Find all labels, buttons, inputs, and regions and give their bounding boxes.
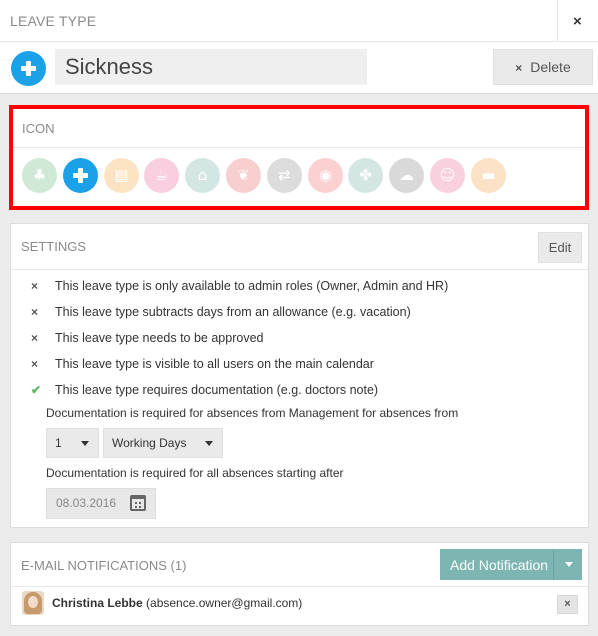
delete-button[interactable]: × Delete [493,49,593,85]
recipient-email: (absence.owner@gmail.com) [146,596,303,610]
remove-notification-button[interactable]: × [557,595,578,614]
cross-icon: × [31,357,39,371]
palm-tree-icon[interactable]: ♣ [22,158,57,193]
days-unit-select[interactable]: Working Days [103,428,223,458]
coffee-icon[interactable]: ☕ [144,158,179,193]
days-count-value: 1 [55,436,62,450]
calendar-icon[interactable] [130,495,146,511]
divider [13,147,585,148]
settings-title: SETTINGS [21,239,87,254]
close-icon[interactable]: × [573,13,582,30]
cross-icon: × [31,331,39,345]
divider [553,549,554,580]
leave-type-name-bar: × Delete [0,42,598,94]
email-notifications-panel: E-MAIL NOTIFICATIONS (1) Add Notificatio… [10,542,589,626]
divider [11,586,588,587]
edit-button[interactable]: Edit [538,232,582,263]
modal-title: LEAVE TYPE [10,13,97,29]
add-notification-button[interactable]: Add Notification [440,549,582,580]
setting-rule: × This leave type is visible to all users… [31,357,374,375]
home-icon[interactable]: ⌂ [185,158,220,193]
add-notification-label: Add Notification [450,556,549,573]
leaf-icon[interactable]: ❦ [226,158,261,193]
plus-icon[interactable]: + [63,158,98,193]
setting-rule-text: This leave type requires documentation (… [55,383,379,397]
close-icon: × [515,61,523,75]
close-icon: × [564,598,571,610]
setting-rule: × This leave type subtracts days from an … [31,305,411,323]
check-icon: ✔ [31,383,42,397]
notification-recipient: Christina Lebbe (absence.owner@gmail.com… [52,596,302,610]
cross-icon: × [31,305,39,319]
setting-rule-text: This leave type needs to be approved [55,331,264,345]
cloud-icon[interactable]: ☁ [389,158,424,193]
food-icon[interactable]: ◉ [308,158,343,193]
chevron-down-icon [565,562,573,567]
setting-rule-text: This leave type is visible to all users … [55,357,374,371]
days-count-select[interactable]: 1 [46,428,99,458]
icon-panel: ICON ♣+▤☕⌂❦⇄◉✤☁☺▬ [9,105,589,210]
setting-rule: × This leave type needs to be approved [31,331,263,349]
chevron-down-icon [81,441,89,446]
recipient-name: Christina Lebbe [52,596,143,610]
refresh-icon[interactable]: ⇄ [267,158,302,193]
chevron-down-icon [205,441,213,446]
days-unit-value: Working Days [112,436,187,450]
leave-type-name-input[interactable] [55,49,367,85]
modal-header: LEAVE TYPE × [0,0,598,42]
baby-icon[interactable]: ☺ [430,158,465,193]
car-icon[interactable]: ▬ [471,158,506,193]
icon-panel-title: ICON [22,121,55,136]
settings-panel: SETTINGS Edit × This leave type is only a… [10,223,589,528]
delete-button-label: Delete [530,59,571,75]
network-icon[interactable]: ✤ [348,158,383,193]
email-notifications-title: E-MAIL NOTIFICATIONS (1) [21,558,187,573]
setting-rule-text: This leave type subtracts days from an a… [55,305,411,319]
doc-management-label: Documentation is required for absences f… [46,406,459,420]
plus-icon [11,51,46,86]
start-date-value: 08.03.2016 [56,496,117,510]
close-button[interactable]: × [557,0,598,42]
divider [11,269,588,270]
avatar [22,591,44,615]
cross-icon: × [31,279,39,293]
start-date-input[interactable]: 08.03.2016 [46,488,156,519]
setting-rule-text: This leave type is only available to adm… [55,279,449,293]
doc-all-label: Documentation is required for all absenc… [46,466,344,480]
setting-rule: ✔ This leave type requires documentation … [31,383,378,401]
setting-rule: × This leave type is only available to ad… [31,279,448,297]
chart-icon[interactable]: ▤ [104,158,139,193]
